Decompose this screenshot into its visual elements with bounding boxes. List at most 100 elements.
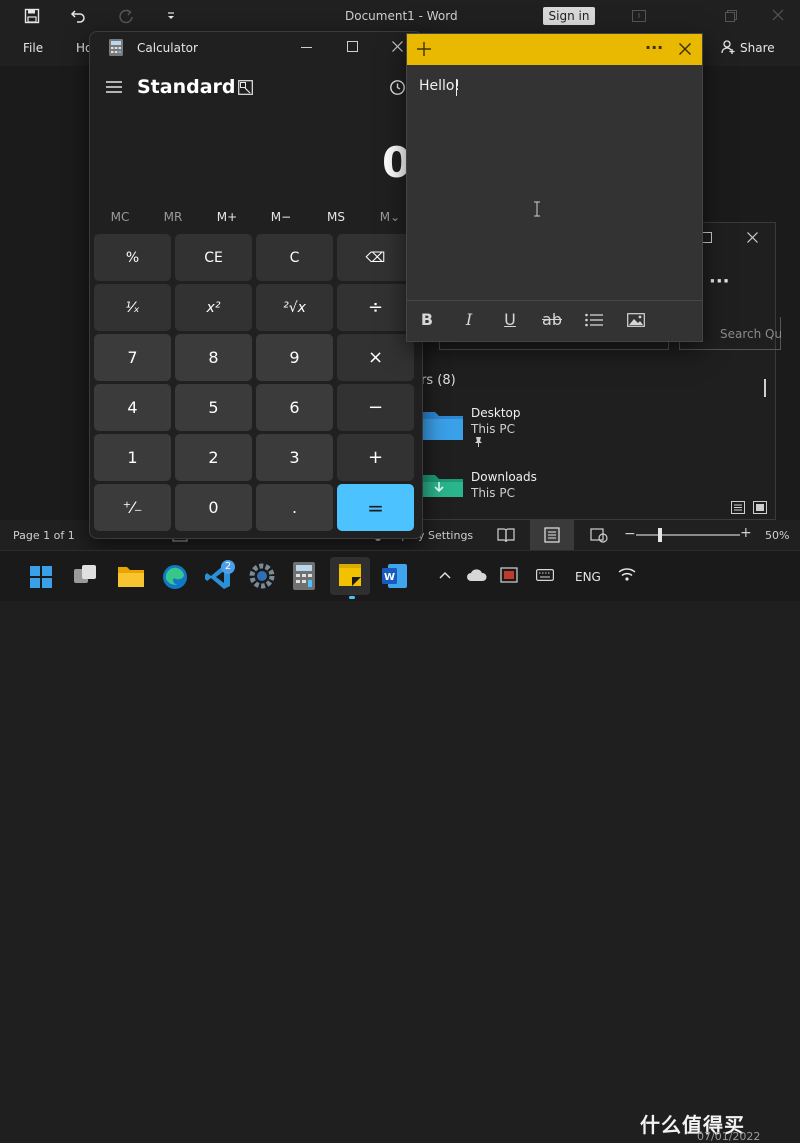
desktop-item-name[interactable]: Desktop [471, 406, 521, 420]
insert-image-icon[interactable] [627, 313, 645, 327]
show-hidden-icons-icon[interactable] [439, 571, 451, 579]
restore-icon[interactable] [725, 10, 737, 22]
taskbar-date[interactable]: 07/01/2022 [697, 1130, 760, 1143]
hamburger-menu-icon[interactable] [106, 81, 122, 93]
explorer-status-bar [421, 497, 775, 519]
memory-subtract-button[interactable]: M− [256, 210, 306, 224]
multiply-key[interactable]: × [337, 334, 414, 381]
touch-keyboard-icon[interactable] [536, 569, 554, 581]
digit-6-key[interactable]: 6 [256, 384, 333, 431]
quick-access-header[interactable]: rs (8) [421, 373, 456, 388]
memory-recall-button[interactable]: MR [148, 210, 198, 224]
details-view-icon[interactable] [731, 501, 745, 514]
onedrive-icon[interactable] [467, 569, 487, 581]
memory-store-button[interactable]: MS [311, 210, 361, 224]
page-count[interactable]: Page 1 of 1 [13, 529, 75, 542]
digit-1-key[interactable]: 1 [94, 434, 171, 481]
calculator-mode-title: Standard [137, 76, 236, 98]
close-icon[interactable] [772, 9, 784, 21]
sign-in-button[interactable]: Sign in [543, 7, 595, 25]
zoom-level[interactable]: 50% [765, 529, 789, 542]
clear-key[interactable]: C [256, 234, 333, 281]
zoom-in-button[interactable]: + [740, 525, 752, 541]
underline-button[interactable]: U [498, 310, 522, 329]
calculator-window: Calculator Standard 0 MC MR M+ M− MS M⌄ … [89, 31, 423, 539]
digit-9-key[interactable]: 9 [256, 334, 333, 381]
keep-on-top-icon[interactable] [238, 80, 253, 95]
memory-add-button[interactable]: M+ [202, 210, 252, 224]
tiles-view-icon[interactable] [753, 501, 767, 514]
note-body-text[interactable]: Hello! [419, 78, 460, 94]
web-layout-icon[interactable] [590, 527, 608, 543]
backspace-key[interactable]: ⌫ [337, 234, 414, 281]
zoom-slider[interactable] [636, 528, 740, 542]
reciprocal-key[interactable]: ¹⁄ₓ [94, 284, 171, 331]
digit-0-key[interactable]: 0 [175, 484, 252, 531]
read-mode-icon[interactable] [497, 527, 515, 543]
square-key[interactable]: x² [175, 284, 252, 331]
word-taskbar-icon[interactable]: W [382, 563, 408, 589]
downloads-item-name[interactable]: Downloads [471, 470, 537, 484]
digit-8-key[interactable]: 8 [175, 334, 252, 381]
svg-text:W: W [384, 572, 395, 583]
settings-gear-icon[interactable] [249, 563, 275, 589]
zoom-slider-thumb[interactable] [658, 528, 662, 542]
share-button[interactable]: Share [740, 41, 775, 55]
undo-icon[interactable] [70, 8, 86, 24]
explorer-close-icon[interactable] [747, 232, 758, 243]
strikethrough-button[interactable]: ab [540, 310, 564, 329]
file-tab[interactable]: File [23, 41, 43, 55]
input-language-indicator[interactable]: ENG [575, 570, 601, 584]
menu-more-icon[interactable]: ··· [645, 38, 663, 57]
italic-button[interactable]: I [457, 310, 481, 329]
explorer-scrollbar[interactable] [764, 379, 766, 397]
print-layout-button[interactable] [530, 520, 574, 550]
edge-browser-icon[interactable] [162, 564, 188, 590]
sticky-note-header[interactable]: ··· [407, 34, 702, 65]
calc-close-icon[interactable] [392, 41, 403, 52]
sticky-notes-taskbar-button[interactable] [330, 557, 370, 595]
calculator-taskbar-icon[interactable] [293, 562, 315, 590]
task-view-icon[interactable] [74, 565, 98, 587]
start-icon[interactable] [30, 566, 52, 588]
decimal-key[interactable]: . [256, 484, 333, 531]
calc-maximize-icon[interactable] [347, 41, 358, 52]
active-app-indicator [349, 596, 355, 599]
digit-2-key[interactable]: 2 [175, 434, 252, 481]
bullet-list-icon[interactable] [585, 313, 603, 327]
wifi-icon[interactable] [618, 567, 636, 581]
zoom-out-button[interactable]: − [624, 526, 636, 542]
divide-key[interactable]: ÷ [337, 284, 414, 331]
taskbar: 2 W ENG 什么值得买 07/01/2022 [0, 550, 800, 1143]
save-icon[interactable] [24, 8, 40, 24]
history-icon[interactable] [389, 79, 406, 96]
subtract-key[interactable]: − [337, 384, 414, 431]
customize-qat-icon[interactable] [166, 9, 176, 23]
calc-minimize-icon[interactable] [301, 47, 312, 48]
clear-entry-key[interactable]: CE [175, 234, 252, 281]
digit-4-key[interactable]: 4 [94, 384, 171, 431]
digit-5-key[interactable]: 5 [175, 384, 252, 431]
percent-key[interactable]: % [94, 234, 171, 281]
digit-7-key[interactable]: 7 [94, 334, 171, 381]
print-layout-icon [544, 527, 560, 543]
explorer-more-icon[interactable]: ··· [709, 271, 730, 292]
i-beam-cursor-icon [533, 201, 541, 217]
pin-icon [474, 437, 483, 447]
redo-icon[interactable] [118, 8, 134, 24]
file-explorer-taskbar-icon[interactable] [118, 564, 144, 588]
negate-key[interactable]: ⁺⁄₋ [94, 484, 171, 531]
square-root-key[interactable]: ²√x [256, 284, 333, 331]
equals-key[interactable]: = [337, 484, 414, 531]
add-key[interactable]: + [337, 434, 414, 481]
new-note-icon[interactable] [417, 42, 431, 56]
word-window-title: Document1 - Word [345, 9, 458, 23]
close-note-icon[interactable] [679, 43, 691, 55]
ribbon-display-icon[interactable] [632, 10, 646, 22]
bold-button[interactable]: B [415, 310, 439, 329]
tray-app-icon[interactable] [500, 567, 518, 583]
memory-clear-button[interactable]: MC [95, 210, 145, 224]
digit-3-key[interactable]: 3 [256, 434, 333, 481]
sticky-note-window: ··· Hello! B I U ab [406, 33, 703, 342]
downloads-folder-icon [421, 469, 463, 497]
